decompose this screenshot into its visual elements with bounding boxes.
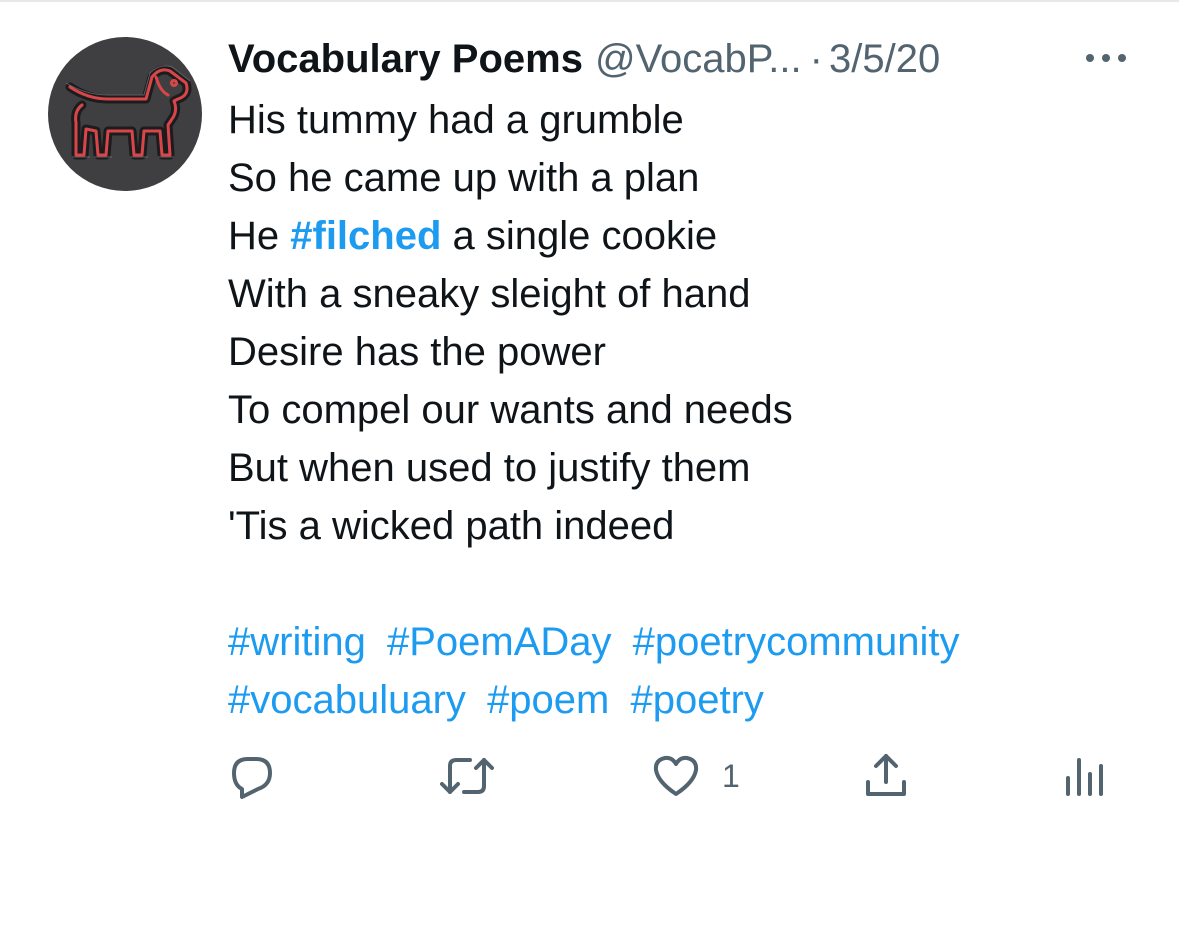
like-count: 1 <box>722 757 740 794</box>
like-button[interactable]: 1 <box>652 748 740 804</box>
analytics-icon <box>1066 758 1103 796</box>
retweet-icon <box>440 758 494 794</box>
separator-dot: · <box>809 36 823 81</box>
poem-line: But when used to justify them <box>228 446 751 490</box>
poem-line: Desire has the power <box>228 330 606 374</box>
display-name[interactable]: Vocabulary Poems <box>228 37 583 82</box>
heart-icon <box>653 755 699 796</box>
hashtag-row: #vocabuluary #poem #poetry <box>228 671 1128 729</box>
hashtag-link[interactable]: #poetrycommunity <box>633 620 960 664</box>
action-bar: 1 <box>0 748 1179 808</box>
more-options-button[interactable] <box>1078 40 1134 76</box>
share-icon <box>866 754 906 796</box>
poem-line: He #filched a single cookie <box>228 207 1128 265</box>
hashtag-link[interactable]: #poem <box>487 678 609 722</box>
poem-line: 'Tis a wicked path indeed <box>228 504 675 548</box>
poem-line: To compel our wants and needs <box>228 388 793 432</box>
poem-line: With a sneaky sleight of hand <box>228 272 751 316</box>
analytics-button[interactable] <box>1064 748 1108 804</box>
hashtag-link[interactable]: #vocabuluary <box>228 678 466 722</box>
tweet-header: Vocabulary Poems @VocabP... · 3/5/20 <box>228 34 940 84</box>
avatar[interactable] <box>48 37 202 191</box>
reply-button[interactable] <box>228 748 276 804</box>
share-button[interactable] <box>862 748 910 804</box>
poem-text: He <box>228 214 291 258</box>
reply-icon <box>232 757 272 799</box>
dog-drawing-icon <box>65 65 192 160</box>
more-icon <box>1086 54 1126 62</box>
handle[interactable]: @VocabP... <box>595 37 802 82</box>
hashtag-link[interactable]: #poetry <box>631 678 764 722</box>
hashtag-row: #writing #PoemADay #poetrycommunity <box>228 613 1128 671</box>
hashtag-link[interactable]: #PoemADay <box>387 620 612 664</box>
poem-text: a single cookie <box>441 214 718 258</box>
poem-line: His tummy had a grumble <box>228 98 684 142</box>
tweet-text: His tummy had a grumble So he came up wi… <box>228 91 1128 729</box>
tweet-date[interactable]: 3/5/20 <box>829 37 940 82</box>
tweet[interactable]: Vocabulary Poems @VocabP... · 3/5/20 His… <box>0 0 1179 926</box>
poem-line: So he came up with a plan <box>228 156 700 200</box>
hashtag-link[interactable]: #writing <box>228 620 366 664</box>
hashtag-link[interactable]: #filched <box>290 214 441 258</box>
retweet-button[interactable] <box>440 748 494 804</box>
